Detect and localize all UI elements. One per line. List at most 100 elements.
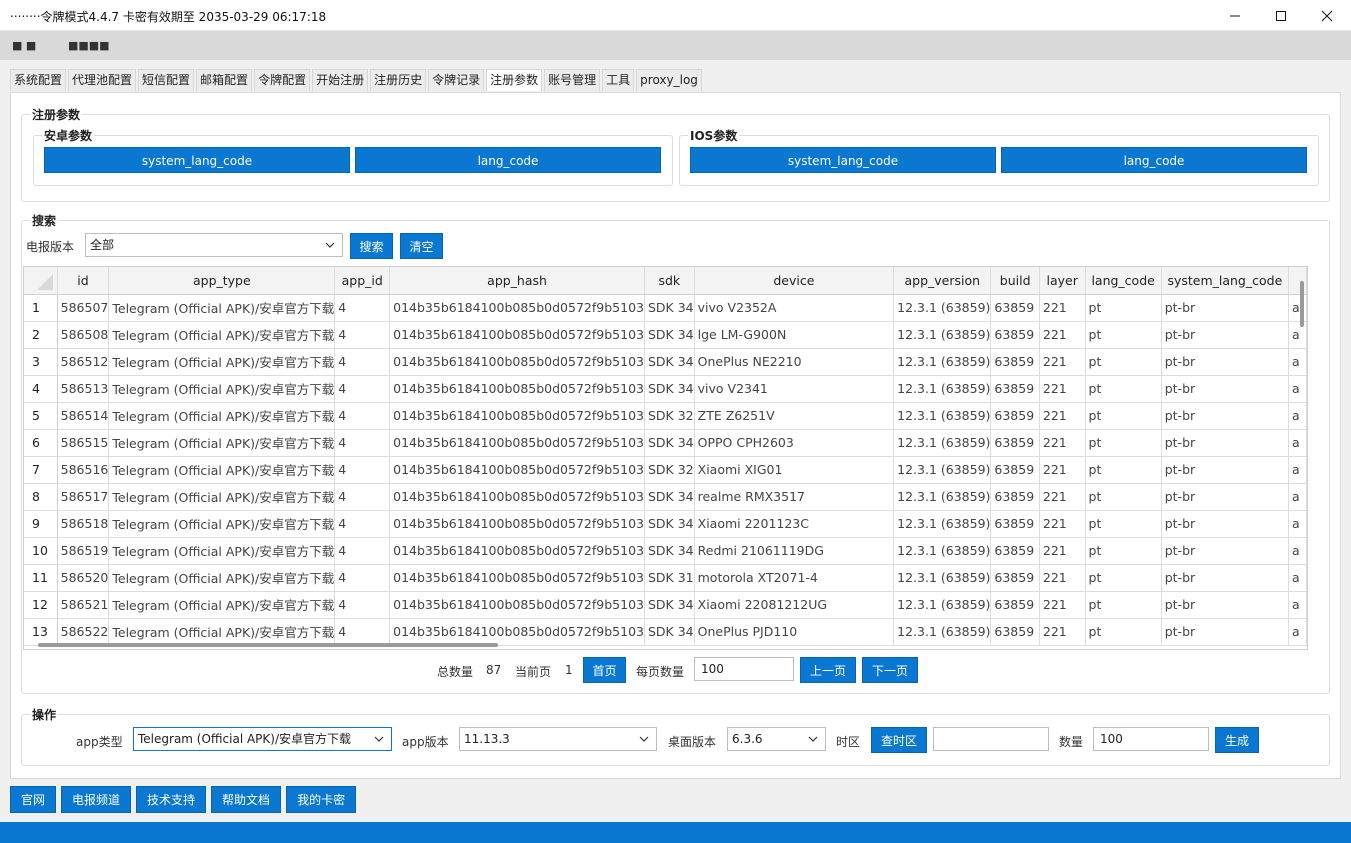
app-version-select[interactable]: 11.13.3	[459, 727, 657, 751]
cell-device[interactable]: OnePlus NE2210	[694, 348, 895, 376]
cell-app-version[interactable]: 12.3.1 (63859)	[893, 483, 992, 511]
cell-app-type[interactable]: Telegram (Official APK)/安卓官方下载	[108, 294, 336, 322]
clear-button[interactable]: 清空	[400, 233, 443, 259]
tab-token-config[interactable]: 令牌配置	[254, 69, 311, 91]
cell-lang-code[interactable]: pt	[1085, 375, 1162, 403]
cell-app-type[interactable]: Telegram (Official APK)/安卓官方下载	[108, 348, 336, 376]
cell-app-hash[interactable]: 014b35b6184100b085b0d0572f9b5103	[389, 375, 645, 403]
cell-layer[interactable]: 221	[1039, 429, 1086, 457]
cell-extra[interactable]: a	[1288, 348, 1307, 376]
tech-support-button[interactable]: 技术支持	[136, 786, 207, 813]
cell-app-hash[interactable]: 014b35b6184100b085b0d0572f9b5103	[389, 618, 645, 646]
cell-extra[interactable]: a	[1288, 618, 1307, 646]
android-lang-code-button[interactable]: lang_code	[355, 147, 661, 173]
table-row[interactable]: 5 586514 Telegram (Official APK)/安卓官方下载 4 01…	[24, 402, 1307, 430]
cell-id[interactable]: 586522	[57, 618, 110, 646]
cell-id[interactable]: 586515	[57, 429, 110, 457]
cell-layer[interactable]: 221	[1039, 402, 1086, 430]
cell-extra[interactable]: a	[1288, 402, 1307, 430]
cell-app-version[interactable]: 12.3.1 (63859)	[893, 537, 992, 565]
tab-proxy-log[interactable]: proxy_log	[636, 69, 702, 91]
cell-app-id[interactable]: 4	[334, 510, 391, 538]
cell-app-hash[interactable]: 014b35b6184100b085b0d0572f9b5103	[389, 510, 645, 538]
table-row[interactable]: 12 586521 Telegram (Official APK)/安卓官方下载 4 0…	[24, 591, 1307, 619]
cell-layer[interactable]: 221	[1039, 348, 1086, 376]
cell-app-id[interactable]: 4	[334, 591, 391, 619]
cell-app-id[interactable]: 4	[334, 402, 391, 430]
tab-register-params[interactable]: 注册参数	[486, 69, 543, 91]
table-row[interactable]: 7 586516 Telegram (Official APK)/安卓官方下载 4 01…	[24, 456, 1307, 484]
maximize-button[interactable]	[1258, 0, 1304, 31]
horizontal-scrollbar[interactable]	[38, 643, 498, 647]
cell-app-hash[interactable]: 014b35b6184100b085b0d0572f9b5103	[389, 483, 645, 511]
cell-app-hash[interactable]: 014b35b6184100b085b0d0572f9b5103	[389, 456, 645, 484]
cell-system-lang-code[interactable]: pt-br	[1161, 483, 1290, 511]
cell-app-id[interactable]: 4	[334, 564, 391, 592]
tab-proxy-pool[interactable]: 代理池配置	[68, 69, 137, 91]
cell-app-type[interactable]: Telegram (Official APK)/安卓官方下载	[108, 402, 336, 430]
help-docs-button[interactable]: 帮助文档	[211, 786, 282, 813]
table-row[interactable]: 13 586522 Telegram (Official APK)/安卓官方下载 4 0…	[24, 618, 1307, 646]
cell-build[interactable]: 63859	[990, 564, 1040, 592]
column-header-id[interactable]: id	[57, 267, 110, 295]
desktop-version-select[interactable]: 6.3.6	[727, 727, 826, 751]
cell-id[interactable]: 586519	[57, 537, 110, 565]
cell-layer[interactable]: 221	[1039, 321, 1086, 349]
tab-register-history[interactable]: 注册历史	[370, 69, 427, 91]
cell-device[interactable]: vivo V2352A	[694, 294, 895, 322]
telegram-channel-button[interactable]: 电报频道	[61, 786, 132, 813]
cell-extra[interactable]: a	[1288, 591, 1307, 619]
cell-lang-code[interactable]: pt	[1085, 618, 1162, 646]
check-timezone-button[interactable]: 查时区	[871, 727, 927, 753]
cell-app-type[interactable]: Telegram (Official APK)/安卓官方下载	[108, 456, 336, 484]
cell-system-lang-code[interactable]: pt-br	[1161, 537, 1290, 565]
cell-app-version[interactable]: 12.3.1 (63859)	[893, 348, 992, 376]
per-page-input[interactable]: 100	[694, 657, 794, 681]
table-row[interactable]: 10 586519 Telegram (Official APK)/安卓官方下载 4 0…	[24, 537, 1307, 565]
cell-app-hash[interactable]: 014b35b6184100b085b0d0572f9b5103	[389, 348, 645, 376]
cell-app-id[interactable]: 4	[334, 483, 391, 511]
cell-system-lang-code[interactable]: pt-br	[1161, 375, 1290, 403]
cell-lang-code[interactable]: pt	[1085, 510, 1162, 538]
cell-app-type[interactable]: Telegram (Official APK)/安卓官方下载	[108, 321, 336, 349]
cell-extra[interactable]: a	[1288, 456, 1307, 484]
cell-app-type[interactable]: Telegram (Official APK)/安卓官方下载	[108, 483, 336, 511]
timezone-input[interactable]	[933, 727, 1049, 751]
cell-app-hash[interactable]: 014b35b6184100b085b0d0572f9b5103	[389, 537, 645, 565]
ios-lang-code-button[interactable]: lang_code	[1001, 147, 1307, 173]
table-row[interactable]: 11 586520 Telegram (Official APK)/安卓官方下载 4 0…	[24, 564, 1307, 592]
cell-lang-code[interactable]: pt	[1085, 483, 1162, 511]
cell-app-id[interactable]: 4	[334, 321, 391, 349]
cell-sdk[interactable]: SDK 34	[644, 294, 695, 322]
table-row[interactable]: 3 586512 Telegram (Official APK)/安卓官方下载 4 01…	[24, 348, 1307, 376]
cell-id[interactable]: 586507	[57, 294, 110, 322]
cell-app-version[interactable]: 12.3.1 (63859)	[893, 429, 992, 457]
cell-app-version[interactable]: 12.3.1 (63859)	[893, 294, 992, 322]
cell-lang-code[interactable]: pt	[1085, 591, 1162, 619]
minimize-button[interactable]	[1212, 0, 1258, 31]
tab-start-register[interactable]: 开始注册	[312, 69, 369, 91]
cell-extra[interactable]: a	[1288, 429, 1307, 457]
cell-app-id[interactable]: 4	[334, 537, 391, 565]
table-row[interactable]: 9 586518 Telegram (Official APK)/安卓官方下载 4 01…	[24, 510, 1307, 538]
cell-build[interactable]: 63859	[990, 321, 1040, 349]
cell-app-version[interactable]: 12.3.1 (63859)	[893, 510, 992, 538]
cell-sdk[interactable]: SDK 31	[644, 564, 695, 592]
cell-build[interactable]: 63859	[990, 348, 1040, 376]
next-page-button[interactable]: 下一页	[862, 657, 918, 683]
table-row[interactable]: 4 586513 Telegram (Official APK)/安卓官方下载 4 01…	[24, 375, 1307, 403]
cell-build[interactable]: 63859	[990, 456, 1040, 484]
cell-app-type[interactable]: Telegram (Official APK)/安卓官方下载	[108, 618, 336, 646]
cell-app-type[interactable]: Telegram (Official APK)/安卓官方下载	[108, 591, 336, 619]
cell-app-hash[interactable]: 014b35b6184100b085b0d0572f9b5103	[389, 591, 645, 619]
cell-sdk[interactable]: SDK 34	[644, 348, 695, 376]
cell-layer[interactable]: 221	[1039, 510, 1086, 538]
tab-account-manage[interactable]: 账号管理	[544, 69, 601, 91]
cell-extra[interactable]: a	[1288, 537, 1307, 565]
column-header-system-lang-code[interactable]: system_lang_code	[1161, 267, 1290, 295]
cell-device[interactable]: realme RMX3517	[694, 483, 895, 511]
cell-lang-code[interactable]: pt	[1085, 294, 1162, 322]
column-header-lang-code[interactable]: lang_code	[1085, 267, 1162, 295]
cell-system-lang-code[interactable]: pt-br	[1161, 348, 1290, 376]
cell-device[interactable]: Xiaomi 2201123C	[694, 510, 895, 538]
